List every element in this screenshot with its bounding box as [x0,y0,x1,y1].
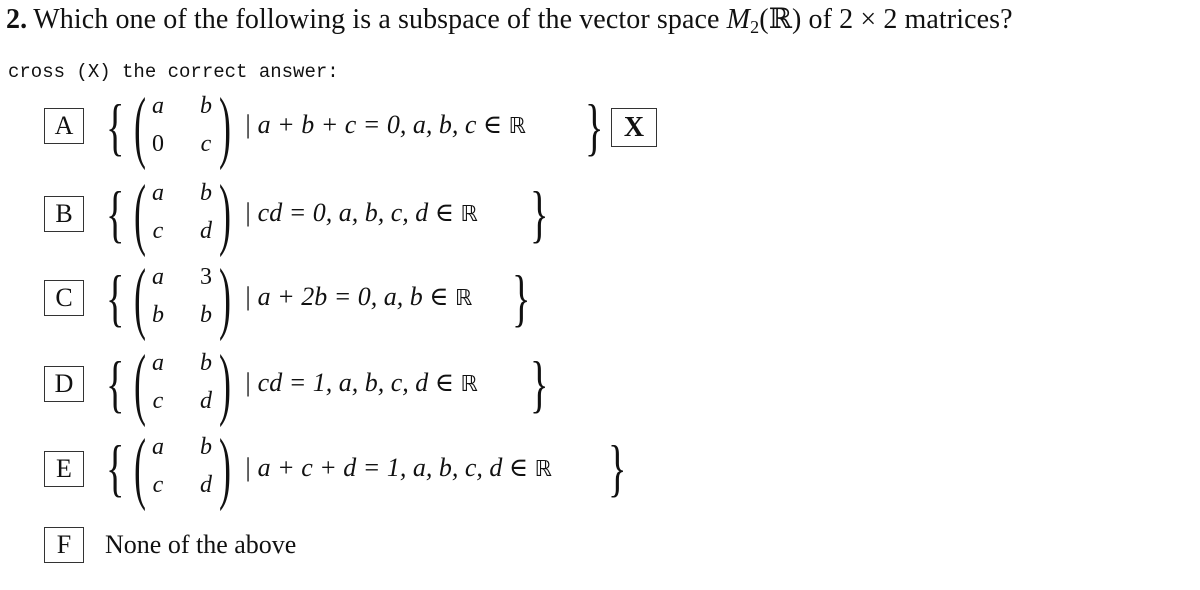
matrix-cell-21: c [152,388,164,414]
matrix-cell-12: b [200,350,212,376]
option-f-text: None of the above [105,530,297,559]
matrix-cell-21: b [152,302,164,328]
set-brace-close: } [530,178,549,249]
real-field-symbol: ℝ [534,457,553,482]
matrix-cell-21: 0 [152,131,164,157]
real-field-symbol: ℝ [460,202,478,227]
matrix-cell-11: a [152,180,164,206]
option-e-checkbox[interactable]: E [44,451,84,487]
option-a-checkbox[interactable]: A [44,108,84,144]
matrix-cell-11: a [152,264,164,290]
matrix-cell-12: b [200,434,212,460]
matrix-cell-11: a [152,93,164,119]
matrix-cell-22: c [200,131,212,157]
matrix-paren-open: ( [134,170,146,258]
matrix-paren-close: ) [219,340,231,428]
matrix-cell-21: c [152,472,164,498]
matrix-paren-close: ) [219,424,231,512]
matrix-paren-close: ) [219,254,231,342]
real-field-symbol: ℝ [508,114,527,139]
option-f-row: F None of the above [0,510,1200,590]
matrix-paren-open: ( [134,340,146,428]
option-a-row: A { ( a b 0 c ) | a + b + c = 0, a, b, c… [0,87,1200,167]
real-field-symbol: ℝ [454,286,473,311]
option-f-checkbox[interactable]: F [44,527,84,563]
option-b-row: B { ( a b c d ) | cd = 0, a, b, c, d ∈ ℝ… [0,174,1200,254]
option-c-condition: | a + 2b = 0, a, b ∈ ℝ [244,282,473,311]
set-brace-open: { [106,178,125,249]
matrix-cell-22: d [200,218,212,244]
space-field: (ℝ) [759,4,802,35]
set-brace-close: } [530,348,549,419]
matrix-paren-open: ( [134,83,146,171]
matrix-cell-12: b [200,180,212,206]
matrix-cell-12: b [200,93,212,119]
matrix-paren-close: ) [219,83,231,171]
matrix-cell-22: d [200,388,212,414]
set-brace-close: } [585,91,604,162]
option-a-condition: | a + b + c = 0, a, b, c ∈ ℝ [244,110,527,139]
instruction-text: cross (X) the correct answer: [8,61,339,83]
option-d-condition: | cd = 1, a, b, c, d ∈ ℝ [244,368,478,397]
matrix-cell-11: a [152,434,164,460]
option-e-row: E { ( a b c d ) | a + c + d = 1, a, b, c… [0,428,1200,508]
set-brace-open: { [106,348,125,419]
cross-mark[interactable]: X [611,108,657,147]
option-b-condition: | cd = 0, a, b, c, d ∈ ℝ [244,198,478,227]
matrix-paren-close: ) [219,170,231,258]
matrix-paren-open: ( [134,254,146,342]
space-symbol: M [726,4,751,35]
question-title: 2. Which one of the following is a subspa… [6,2,1013,38]
question-number: 2. [6,4,28,35]
matrix-cell-12: 3 [200,264,212,290]
option-d-checkbox[interactable]: D [44,366,84,402]
set-brace-close: } [512,262,531,333]
question-text-before: Which one of the following is a subspace… [33,4,727,35]
option-e-condition: | a + c + d = 1, a, b, c, d ∈ ℝ [244,453,553,482]
set-brace-close: } [608,432,627,503]
option-b-checkbox[interactable]: B [44,196,84,232]
option-d-row: D { ( a b c d ) | cd = 1, a, b, c, d ∈ ℝ… [0,344,1200,424]
real-field-symbol: ℝ [460,372,478,397]
option-c-row: C { ( a 3 b b ) | a + 2b = 0, a, b ∈ ℝ } [0,258,1200,338]
set-brace-open: { [106,432,125,503]
set-brace-open: { [106,262,125,333]
matrix-paren-open: ( [134,424,146,512]
question-text-after: of 2 × 2 matrices? [801,4,1013,35]
matrix-cell-21: c [152,218,164,244]
option-c-checkbox[interactable]: C [44,280,84,316]
matrix-cell-22: d [200,472,212,498]
set-brace-open: { [106,91,125,162]
matrix-cell-11: a [152,350,164,376]
matrix-cell-22: b [200,302,212,328]
space-subscript: 2 [750,17,760,37]
